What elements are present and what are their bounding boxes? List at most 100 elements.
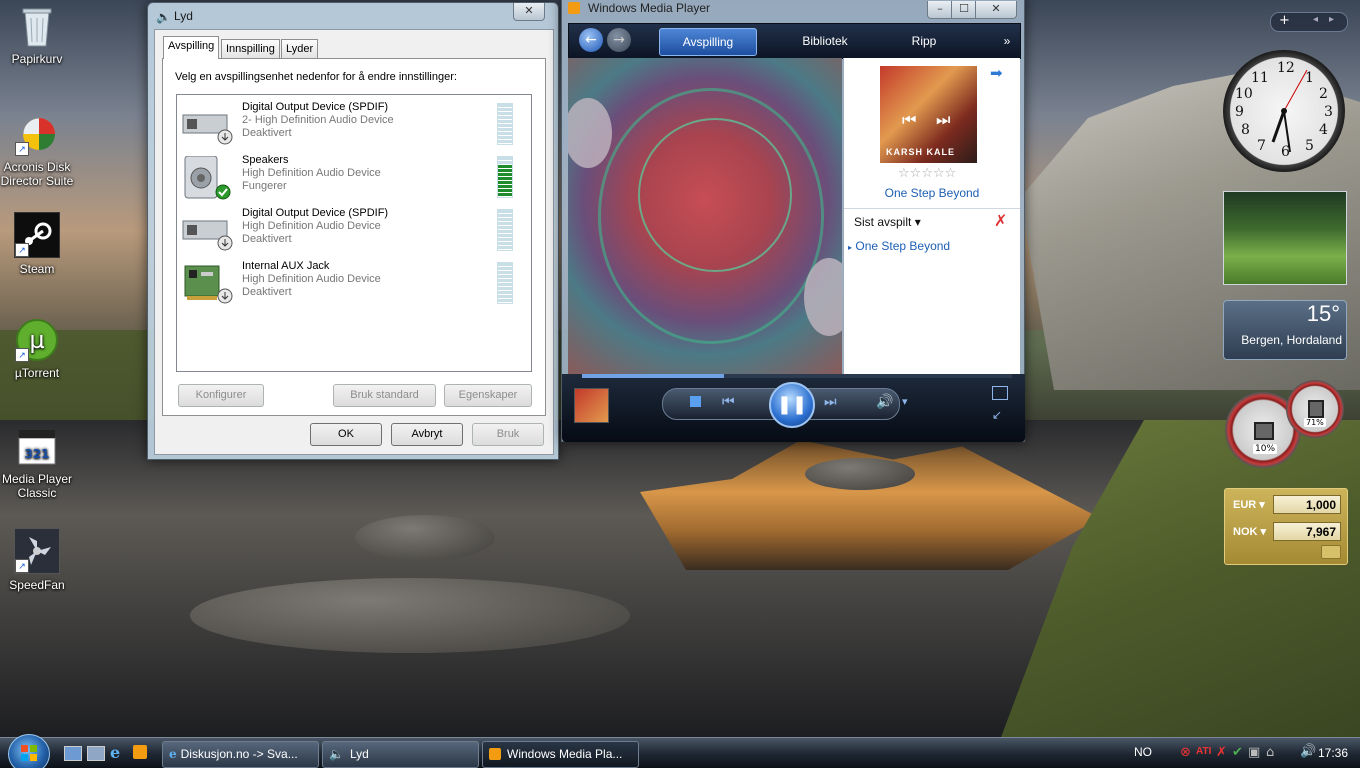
album-title-link[interactable]: One Step Beyond — [844, 186, 1020, 200]
taskbar-button-label: Windows Media Pla... — [507, 747, 623, 761]
apply-button[interactable]: Bruk — [472, 423, 544, 446]
security-alert-icon[interactable]: ⊗ — [1180, 745, 1191, 760]
rating-star-icon[interactable]: ☆ — [921, 166, 933, 181]
device-row-default[interactable]: Speakers High Definition Audio Device Fu… — [179, 150, 529, 202]
sound-dialog[interactable]: 🔈 Lyd ✕ Avspilling Innspilling Lyder Vel… — [147, 2, 559, 460]
device-row[interactable]: Internal AUX Jack High Definition Audio … — [179, 256, 529, 308]
ok-button[interactable]: OK — [310, 423, 382, 446]
rating-star-icon[interactable]: ☆ — [933, 166, 945, 181]
wmp-window[interactable]: Windows Media Player – ☐ ✕ ← → Avspillin… — [561, 0, 1025, 442]
currency-selector-nok[interactable]: NOK ▾ — [1233, 525, 1266, 538]
speaker-icon: 🔈 — [156, 10, 171, 24]
taskbar-button-wmp[interactable]: Windows Media Pla... — [482, 741, 639, 768]
prev-page-icon[interactable]: ◂ — [1313, 14, 1318, 25]
rating-star-icon[interactable]: ☆ — [910, 166, 922, 181]
device-list[interactable]: Digital Output Device (SPDIF) 2- High De… — [176, 94, 532, 372]
taskbar-button-lyd[interactable]: 🔈 Lyd — [322, 741, 479, 768]
currency-selector-eur[interactable]: EUR ▾ — [1233, 498, 1265, 511]
acronis-icon: ↗ — [15, 112, 59, 156]
tab-library[interactable]: Bibliotek — [787, 28, 863, 54]
desktop-icon-speedfan[interactable]: ↗ SpeedFan — [0, 528, 74, 592]
close-button[interactable]: ✕ — [975, 1, 1017, 19]
network-icon[interactable]: ⌂ — [1266, 745, 1274, 760]
previous-button[interactable]: ⏮ — [722, 394, 735, 410]
language-indicator[interactable]: NO — [1134, 745, 1152, 759]
shield-icon[interactable]: ✔ — [1232, 745, 1243, 760]
clock-gadget[interactable]: 12 1 2 3 4 5 6 7 8 9 10 11 — [1223, 50, 1345, 172]
currency-gadget[interactable]: EUR ▾ 1,000 NOK ▾ 7,967 — [1224, 488, 1348, 565]
forward-arrow-icon[interactable]: → — [607, 28, 631, 52]
more-tabs-chevron-icon[interactable]: » — [999, 28, 1015, 54]
desktop-icon-label: µTorrent — [14, 366, 60, 380]
arrow-right-icon[interactable]: ➡ — [990, 64, 1003, 82]
weather-gadget[interactable]: 15° Bergen, Hordaland — [1223, 300, 1347, 360]
list-item[interactable]: ▸ One Step Beyond — [848, 239, 950, 253]
add-gadget-icon[interactable]: + — [1279, 13, 1290, 28]
device-icon[interactable]: ▣ — [1248, 745, 1260, 760]
close-button[interactable]: ✕ — [513, 3, 545, 21]
seek-bar[interactable] — [582, 374, 1012, 378]
fullscreen-icon[interactable] — [992, 386, 1008, 400]
desktop-icon-recycle-bin[interactable]: Papirkurv — [0, 4, 74, 66]
taskbar-button-ie[interactable]: e Diskusjon.no -> Sva... — [162, 741, 319, 768]
minimize-button[interactable]: – — [927, 1, 953, 19]
properties-button[interactable]: Egenskaper — [444, 384, 532, 407]
next-button[interactable]: ⏭ — [824, 394, 837, 410]
desktop-icon-label: Steam — [19, 262, 55, 276]
switch-to-skin-icon[interactable]: ↙ — [992, 408, 1002, 422]
taskbar-button-label: Lyd — [349, 747, 369, 761]
cancel-button[interactable]: Avbryt — [391, 423, 463, 446]
speaker-icon: 🔈 — [329, 747, 344, 761]
album-art[interactable]: KARSH KALE ⏮ ⏭ — [880, 66, 977, 163]
pause-button[interactable]: ❚❚ — [769, 382, 815, 428]
network-error-icon[interactable]: ✗ — [1216, 745, 1227, 760]
back-arrow-icon[interactable]: ← — [579, 28, 603, 52]
show-desktop-icon[interactable] — [64, 746, 82, 761]
currency-value-eur[interactable]: 1,000 — [1273, 495, 1341, 514]
start-button[interactable] — [8, 734, 50, 768]
next-icon: ⏭ — [936, 110, 951, 129]
mini-album-art[interactable] — [574, 388, 609, 423]
rating-star-icon[interactable]: ☆ — [945, 166, 957, 181]
svg-text:321: 321 — [24, 447, 49, 461]
set-default-button[interactable]: Bruk standard — [333, 384, 436, 407]
device-state: Fungerer — [242, 180, 287, 192]
tab-lyder[interactable]: Lyder — [281, 39, 319, 58]
currency-value-nok[interactable]: 7,967 — [1273, 522, 1341, 541]
level-meter-fill — [498, 165, 512, 197]
ie-quicklaunch-icon[interactable]: e — [110, 743, 120, 762]
rating-stars[interactable]: ☆☆☆☆☆ — [898, 166, 956, 181]
tab-rip[interactable]: Ripp — [889, 28, 959, 54]
device-row[interactable]: Digital Output Device (SPDIF) High Defin… — [179, 203, 529, 255]
dialog-body: Avspilling Innspilling Lyder Velg en avs… — [154, 29, 554, 455]
desktop-icon-utorrent[interactable]: µ ↗ µTorrent — [0, 318, 74, 380]
taskbar-clock[interactable]: 17:36 — [1318, 746, 1348, 760]
wmp-quicklaunch-icon[interactable] — [133, 745, 147, 759]
rating-star-icon[interactable]: ☆ — [898, 166, 910, 181]
desktop-icon-mpc[interactable]: 321 Media Player Classic — [0, 424, 74, 500]
device-description: 2- High Definition Audio Device — [242, 114, 394, 126]
level-meter — [497, 156, 513, 198]
ati-icon[interactable]: ATI — [1196, 746, 1211, 757]
memory-icon — [1308, 400, 1324, 418]
maximize-button[interactable]: ☐ — [951, 1, 977, 19]
stop-button[interactable] — [690, 396, 701, 407]
volume-tray-icon[interactable]: 🔊 — [1300, 744, 1316, 759]
list-header-dropdown[interactable]: Sist avspilt ▾ — [854, 215, 921, 229]
configure-button[interactable]: Konfigurer — [178, 384, 264, 407]
tab-avspilling[interactable]: Avspilling — [163, 36, 220, 59]
tab-now-playing[interactable]: Avspilling — [659, 28, 757, 56]
taskbar-button-label: Diskusjon.no -> Sva... — [180, 747, 298, 761]
device-row[interactable]: Digital Output Device (SPDIF) 2- High De… — [179, 97, 529, 149]
taskbar: e e Diskusjon.no -> Sva... 🔈 Lyd Windows M… — [0, 734, 1360, 768]
desktop-icon-acronis[interactable]: ↗ Acronis Disk Director Suite — [0, 112, 74, 188]
next-page-icon[interactable]: ▸ — [1329, 14, 1334, 25]
switch-windows-icon[interactable] — [87, 746, 105, 761]
volume-chevron-icon[interactable]: ▾ — [902, 395, 908, 408]
ram-meter-gadget[interactable]: 71% — [1286, 380, 1344, 438]
clear-list-icon[interactable]: ✗ — [994, 211, 1007, 230]
volume-icon[interactable]: 🔊 — [876, 394, 893, 410]
desktop-icon-steam[interactable]: ↗ Steam — [0, 212, 74, 276]
slideshow-gadget[interactable] — [1223, 191, 1347, 285]
tab-innspilling[interactable]: Innspilling — [221, 39, 280, 58]
